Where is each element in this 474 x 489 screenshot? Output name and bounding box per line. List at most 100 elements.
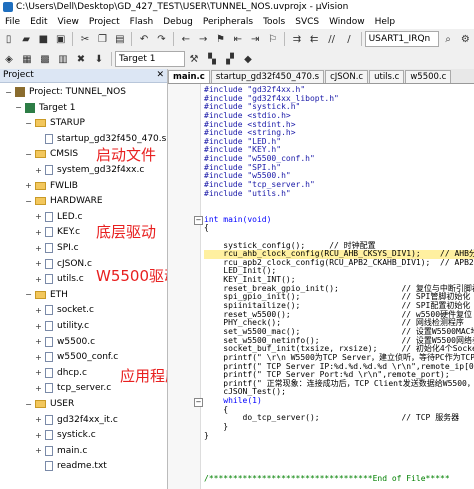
menu-view[interactable]: View (53, 17, 84, 27)
expand-icon[interactable]: + (34, 244, 43, 253)
tree-file[interactable]: + LED.c (34, 210, 82, 224)
menu-peripherals[interactable]: Peripherals (198, 17, 258, 27)
menu-svcs[interactable]: SVCS (290, 17, 324, 27)
collapse-icon[interactable]: − (24, 197, 33, 206)
tree-folder[interactable]: − USER (24, 397, 74, 411)
tree-file[interactable]: + systick.c (34, 428, 96, 442)
indent-icon[interactable]: ⇉ (290, 32, 303, 46)
undo-icon[interactable]: ↶ (137, 32, 150, 46)
expand-icon[interactable]: + (34, 259, 43, 268)
expand-icon[interactable]: + (34, 306, 43, 315)
tree-file[interactable]: + utility.c (34, 319, 89, 333)
navigate-forward-icon[interactable]: → (196, 32, 209, 46)
expand-icon[interactable] (34, 462, 43, 471)
close-icon[interactable]: ✕ (156, 69, 167, 82)
tree-file[interactable]: + w5500_conf.c (34, 350, 118, 364)
menu-edit[interactable]: Edit (25, 17, 52, 27)
fold-toggle-icon[interactable]: − (194, 216, 203, 225)
tab-main-c[interactable]: main.c (168, 70, 210, 83)
tab-utils-c[interactable]: utils.c (369, 70, 405, 83)
redo-icon[interactable]: ↷ (155, 32, 168, 46)
tree-file[interactable]: + main.c (34, 444, 87, 458)
menu-help[interactable]: Help (370, 17, 401, 27)
tree-folder[interactable]: + FWLIB (24, 179, 78, 193)
collapse-icon[interactable]: − (24, 150, 33, 159)
download-icon[interactable]: ⬇ (92, 52, 106, 66)
menu-flash[interactable]: Flash (125, 17, 159, 27)
unindent-icon[interactable]: ⇇ (308, 32, 321, 46)
expand-icon[interactable]: + (34, 415, 43, 424)
uncomment-icon[interactable]: / (342, 32, 355, 46)
menu-file[interactable]: File (0, 17, 25, 27)
bookmark-icon[interactable]: ⚑ (214, 32, 227, 46)
expand-icon[interactable]: + (34, 384, 43, 393)
menu-debug[interactable]: Debug (158, 17, 198, 27)
fold-toggle-icon[interactable]: − (194, 398, 203, 407)
tree-file[interactable]: + system_gd32f4xx.c (34, 163, 144, 177)
tree-folder[interactable]: − STARUP (24, 116, 85, 130)
save-all-icon[interactable]: ▣ (54, 32, 67, 46)
save-icon[interactable]: ■ (37, 32, 50, 46)
bookmark-next-icon[interactable]: ⇥ (249, 32, 262, 46)
translate-icon[interactable]: ◈ (2, 52, 16, 66)
collapse-icon[interactable]: − (4, 88, 13, 97)
tree-file[interactable]: + dhcp.c (34, 366, 87, 380)
tree-file[interactable]: + cJSON.c (34, 257, 92, 271)
rebuild-icon[interactable]: ▩ (38, 52, 52, 66)
tree-file[interactable]: + utils.c (34, 272, 84, 286)
tree-file[interactable]: + gd32f4xx_it.c (34, 413, 118, 427)
collapse-icon[interactable]: − (24, 400, 33, 409)
expand-icon[interactable]: + (34, 212, 43, 221)
paste-icon[interactable]: ▤ (113, 32, 126, 46)
expand-icon[interactable]: + (24, 181, 33, 190)
tree-file[interactable]: + KEY.c (34, 225, 80, 239)
expand-icon[interactable] (34, 134, 43, 143)
tree-file[interactable]: + socket.c (34, 303, 94, 317)
expand-icon[interactable]: + (34, 228, 43, 237)
function-combo[interactable]: USART1_IRQn (364, 31, 440, 47)
clear-bookmarks-icon[interactable]: ⚐ (266, 32, 279, 46)
new-file-icon[interactable]: ▯ (2, 32, 15, 46)
menu-project[interactable]: Project (84, 17, 125, 27)
stop-build-icon[interactable]: ✖ (74, 52, 88, 66)
expand-icon[interactable]: + (34, 446, 43, 455)
file-extensions-icon[interactable]: ▞ (223, 52, 237, 66)
tab-startup[interactable]: startup_gd32f450_470.s (210, 70, 325, 83)
copy-icon[interactable]: ❐ (96, 32, 109, 46)
expand-icon[interactable]: + (34, 166, 43, 175)
tree-file[interactable]: readme.txt (34, 459, 107, 473)
tab-cjson-c[interactable]: cJSON.c (325, 70, 369, 83)
manage-components-icon[interactable]: ▚ (205, 52, 219, 66)
comment-icon[interactable]: // (325, 32, 338, 46)
expand-icon[interactable]: + (34, 353, 43, 362)
build-icon[interactable]: ▦ (20, 52, 34, 66)
expand-icon[interactable]: + (34, 275, 43, 284)
target-combo[interactable]: Target 1 (115, 51, 185, 67)
tree-folder[interactable]: − HARDWARE (24, 194, 102, 208)
collapse-icon[interactable]: − (24, 290, 33, 299)
tab-w5500-c[interactable]: w5500.c (405, 70, 452, 83)
code-area[interactable]: #include "gd32f4xx.h" #include "gd32f4xx_… (204, 85, 474, 483)
collapse-icon[interactable]: − (14, 103, 23, 112)
expand-icon[interactable]: + (34, 368, 43, 377)
tree-file[interactable]: + SPI.c (34, 241, 79, 255)
tree-folder[interactable]: − ETH (24, 288, 68, 302)
menu-tools[interactable]: Tools (258, 17, 290, 27)
find-icon[interactable]: ⌕ (441, 32, 454, 46)
tree-target[interactable]: − Target 1 (14, 101, 75, 115)
tree-project[interactable]: − Project: TUNNEL_NOS (4, 85, 126, 99)
configure-icon[interactable]: ⚙ (459, 32, 472, 46)
bookmark-prev-icon[interactable]: ⇤ (231, 32, 244, 46)
target-options-icon[interactable]: ⚒ (187, 52, 201, 66)
tree-file[interactable]: + tcp_server.c (34, 381, 111, 395)
tree-folder[interactable]: − CMSIS (24, 147, 78, 161)
menu-window[interactable]: Window (324, 17, 370, 27)
expand-icon[interactable]: + (34, 337, 43, 346)
batch-build-icon[interactable]: ▥ (56, 52, 70, 66)
expand-icon[interactable]: + (34, 431, 43, 440)
navigate-back-icon[interactable]: ← (179, 32, 192, 46)
expand-icon[interactable]: + (34, 322, 43, 331)
cut-icon[interactable]: ✂ (78, 32, 91, 46)
collapse-icon[interactable]: − (24, 119, 33, 128)
pack-installer-icon[interactable]: ◆ (241, 52, 255, 66)
